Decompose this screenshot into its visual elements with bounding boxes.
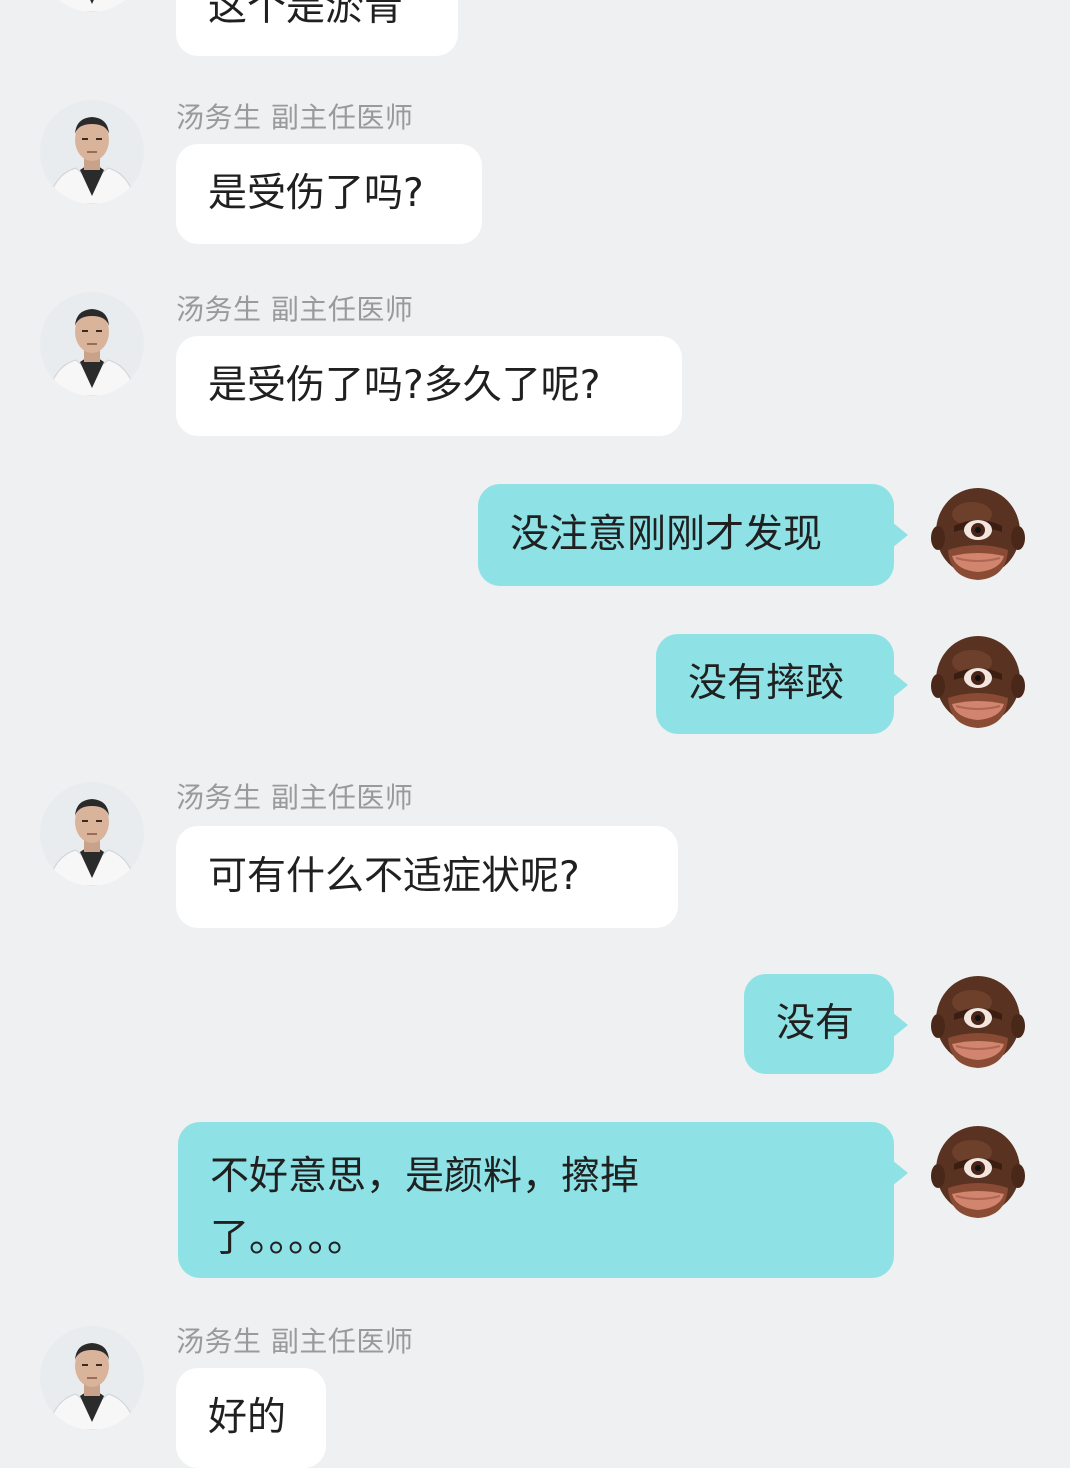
message-text: 没有摔跤 <box>688 661 845 706</box>
sender-name: 汤务生 副主任医师 <box>176 781 414 814</box>
doctor-avatar-icon[interactable] <box>40 100 144 204</box>
doctor-avatar-icon[interactable] <box>40 0 144 12</box>
doctor-avatar-icon[interactable] <box>40 782 144 886</box>
message-text: 没有 <box>776 1001 855 1046</box>
message-bubble[interactable]: 可有什么不适症状呢? <box>176 826 678 928</box>
message-bubble[interactable]: 这个是淤青 <box>176 0 458 56</box>
message-bubble[interactable]: 不好意思，是颜料，擦掉 了。。。。。 <box>178 1122 908 1278</box>
message-text: 是受伤了吗? <box>208 171 424 216</box>
message-bubble[interactable]: 没有摔跤 <box>656 634 908 734</box>
cartoon-face-avatar-icon[interactable] <box>926 1122 1030 1226</box>
cartoon-face-avatar-icon[interactable] <box>926 632 1030 736</box>
message-bubble[interactable]: 是受伤了吗?多久了呢? <box>176 336 682 436</box>
cartoon-face-avatar-icon[interactable] <box>926 972 1030 1076</box>
sender-name: 汤务生 副主任医师 <box>176 1325 414 1358</box>
doctor-avatar-icon[interactable] <box>40 292 144 396</box>
message-text: 可有什么不适症状呢? <box>208 854 580 899</box>
doctor-avatar-icon[interactable] <box>40 1326 144 1430</box>
message-text: 没注意刚刚才发现 <box>510 512 823 557</box>
message-text-line: 不好意思，是颜料，擦掉 <box>210 1154 640 1199</box>
message-bubble[interactable]: 没注意刚刚才发现 <box>478 484 908 586</box>
message-bubble[interactable]: 是受伤了吗? <box>176 144 482 244</box>
message-text: 是受伤了吗?多久了呢? <box>208 363 601 408</box>
sender-name: 汤务生 副主任医师 <box>176 293 414 326</box>
sender-name: 汤务生 副主任医师 <box>176 101 414 134</box>
message-bubble[interactable]: 没有 <box>744 974 908 1074</box>
message-text-line: 了。。。。。 <box>210 1216 367 1261</box>
message-text: 这个是淤青 <box>208 0 404 30</box>
message-text: 好的 <box>208 1395 287 1440</box>
cartoon-face-avatar-icon[interactable] <box>926 484 1030 588</box>
message-bubble[interactable]: 好的 <box>176 1368 326 1468</box>
